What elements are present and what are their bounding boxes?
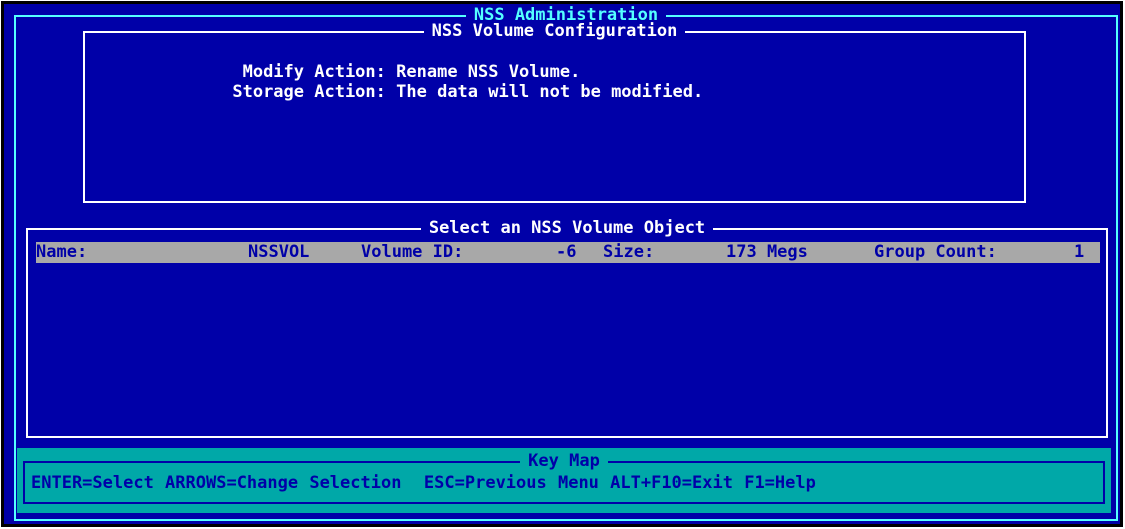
select-volume-panel: Select an NSS Volume Object Name: NSSVOL… <box>26 218 1108 438</box>
volume-row-selected[interactable]: Name: NSSVOL Volume ID: -6 Size: 173 Meg… <box>36 242 1100 263</box>
name-label: Name: <box>36 242 88 262</box>
key-map-frame: Key Map ENTER=Select ARROWS=Change Selec… <box>23 451 1105 504</box>
group-count-label: Group Count: <box>874 242 997 262</box>
key-map-text: ENTER=Select ARROWS=Change Selection ESC… <box>31 473 816 493</box>
volume-name: NSSVOL <box>248 242 310 262</box>
storage-action-value: The data will not be modified. <box>396 82 704 102</box>
config-panel: NSS Volume Configuration Modify Action: … <box>83 21 1026 203</box>
storage-action-label: Storage Action: <box>232 82 386 102</box>
storage-action-line: Storage Action: The data will not be mod… <box>99 62 703 122</box>
volume-id-label: Volume ID: <box>361 242 464 262</box>
key-map-title: Key Map <box>520 451 608 471</box>
group-count-value: 1 <box>1074 242 1085 262</box>
volume-id-value: -6 <box>556 242 577 262</box>
console-screen: NSS Administration NSS Volume Configurat… <box>1 1 1123 527</box>
size-value: 173 Megs <box>726 242 808 262</box>
key-map-bar: Key Map ENTER=Select ARROWS=Change Selec… <box>17 448 1111 513</box>
select-panel-title: Select an NSS Volume Object <box>420 218 714 238</box>
config-panel-title: NSS Volume Configuration <box>423 21 686 41</box>
size-label: Size: <box>603 242 655 262</box>
nss-admin-window: NSS Administration NSS Volume Configurat… <box>4 4 1120 524</box>
